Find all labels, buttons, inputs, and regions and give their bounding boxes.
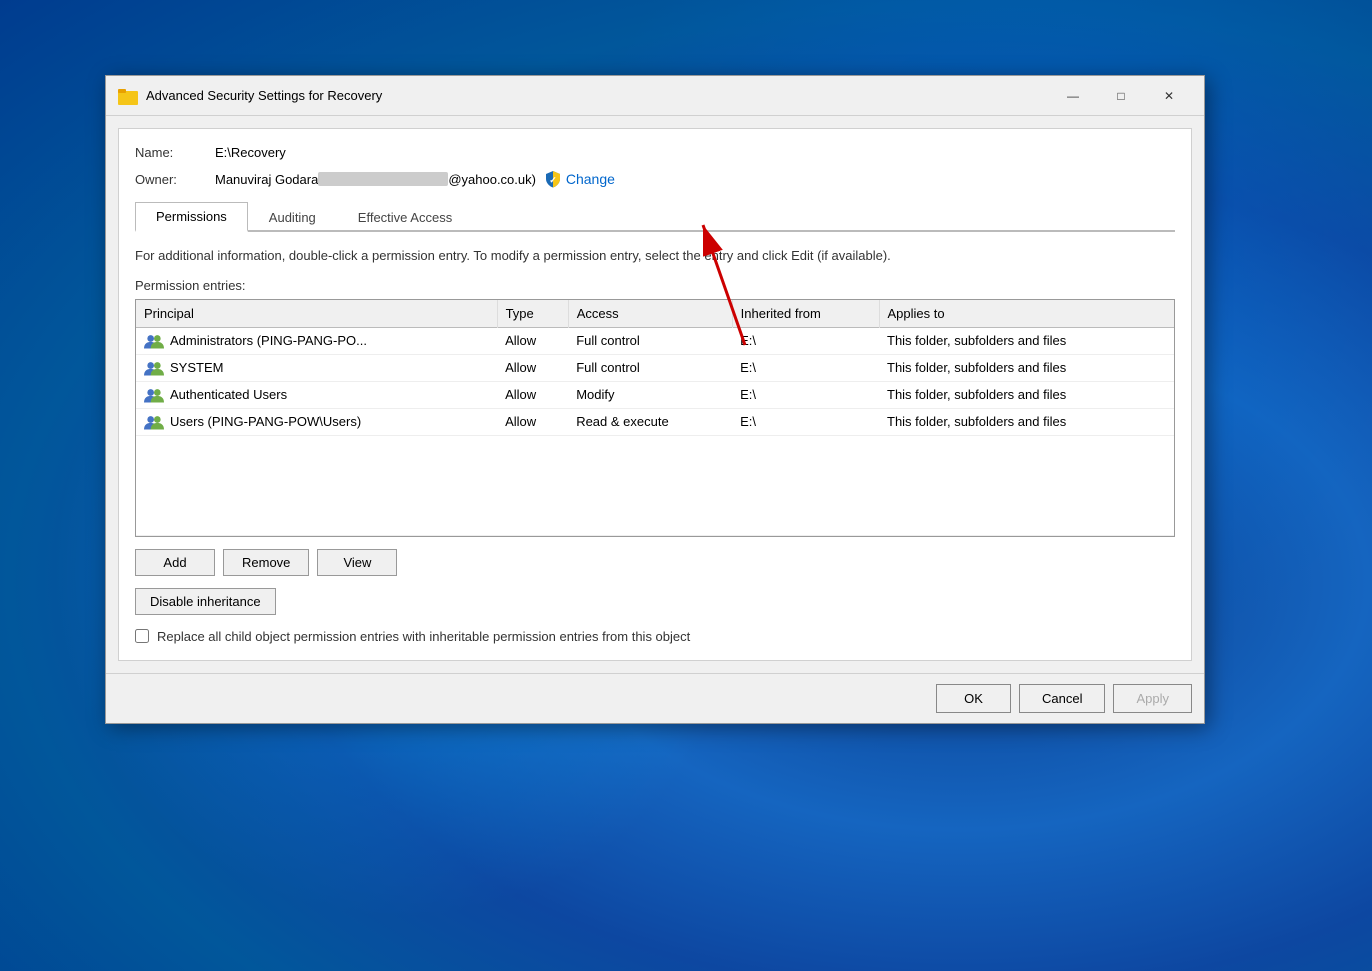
replace-checkbox-row: Replace all child object permission entr… — [135, 629, 1175, 644]
type-cell: Allow — [497, 381, 568, 408]
applies-cell: This folder, subfolders and files — [879, 408, 1174, 435]
permissions-table: Principal Type Access Inherited from App… — [136, 300, 1174, 536]
folder-icon — [118, 86, 138, 106]
cancel-button[interactable]: Cancel — [1019, 684, 1105, 713]
apply-button[interactable]: Apply — [1113, 684, 1192, 713]
empty-row — [136, 435, 1174, 535]
add-button[interactable]: Add — [135, 549, 215, 576]
col-inherited: Inherited from — [732, 300, 879, 328]
action-buttons-row: Add Remove View — [135, 549, 1175, 576]
disable-inheritance-button[interactable]: Disable inheritance — [135, 588, 276, 615]
table-header: Principal Type Access Inherited from App… — [136, 300, 1174, 328]
user-group-icon — [144, 360, 164, 376]
col-access: Access — [568, 300, 732, 328]
inherited-cell: E:\ — [732, 327, 879, 354]
owner-row: Owner: Manuviraj Godara @yahoo.co.uk) ✓ … — [135, 170, 1175, 188]
tab-effective-access[interactable]: Effective Access — [337, 202, 473, 232]
view-button[interactable]: View — [317, 549, 397, 576]
owner-name: Manuviraj Godara — [215, 172, 318, 187]
dialog-title: Advanced Security Settings for Recovery — [146, 88, 1050, 103]
type-cell: Allow — [497, 354, 568, 381]
col-type: Type — [497, 300, 568, 328]
user-group-icon — [144, 333, 164, 349]
applies-cell: This folder, subfolders and files — [879, 381, 1174, 408]
remove-button[interactable]: Remove — [223, 549, 309, 576]
section-label: Permission entries: — [135, 278, 1175, 293]
permissions-table-wrapper: Principal Type Access Inherited from App… — [135, 299, 1175, 537]
table-row[interactable]: Authenticated Users Allow Modify E:\ Thi… — [136, 381, 1174, 408]
title-bar: Advanced Security Settings for Recovery … — [106, 76, 1204, 116]
dialog-footer: OK Cancel Apply — [106, 673, 1204, 723]
principal-name: SYSTEM — [170, 360, 223, 375]
user-group-icon — [144, 387, 164, 403]
maximize-button[interactable]: □ — [1098, 80, 1144, 112]
applies-cell: This folder, subfolders and files — [879, 327, 1174, 354]
tab-auditing[interactable]: Auditing — [248, 202, 337, 232]
table-row[interactable]: Users (PING-PANG-POW\Users) Allow Read &… — [136, 408, 1174, 435]
ok-button[interactable]: OK — [936, 684, 1011, 713]
access-cell: Modify — [568, 381, 732, 408]
type-cell: Allow — [497, 327, 568, 354]
table-row[interactable]: Administrators (PING-PANG-PO... Allow Fu… — [136, 327, 1174, 354]
name-row: Name: E:\Recovery — [135, 145, 1175, 160]
inherited-cell: E:\ — [732, 354, 879, 381]
principal-name: Authenticated Users — [170, 387, 287, 402]
name-value: E:\Recovery — [215, 145, 286, 160]
table-row[interactable]: SYSTEM Allow Full control E:\ This folde… — [136, 354, 1174, 381]
type-cell: Allow — [497, 408, 568, 435]
replace-checkbox[interactable] — [135, 629, 149, 643]
access-cell: Read & execute — [568, 408, 732, 435]
col-principal: Principal — [136, 300, 497, 328]
principal-name: Administrators (PING-PANG-PO... — [170, 333, 367, 348]
close-button[interactable]: ✕ — [1146, 80, 1192, 112]
principal-name: Users (PING-PANG-POW\Users) — [170, 414, 361, 429]
col-applies: Applies to — [879, 300, 1174, 328]
tabs-container: Permissions Auditing Effective Access — [135, 202, 1175, 232]
user-group-icon — [144, 414, 164, 430]
owner-email-blur — [318, 172, 448, 186]
applies-cell: This folder, subfolders and files — [879, 354, 1174, 381]
tab-permissions[interactable]: Permissions — [135, 202, 248, 232]
inherited-cell: E:\ — [732, 381, 879, 408]
name-label: Name: — [135, 145, 215, 160]
change-link[interactable]: ✓ Change — [544, 170, 615, 188]
owner-label: Owner: — [135, 172, 215, 187]
change-label: Change — [566, 171, 615, 187]
access-cell: Full control — [568, 354, 732, 381]
title-controls: — □ ✕ — [1050, 80, 1192, 112]
shield-uac-icon: ✓ — [544, 170, 562, 188]
dialog-window: Advanced Security Settings for Recovery … — [105, 75, 1205, 724]
description-text: For additional information, double-click… — [135, 246, 1175, 266]
table-body: Administrators (PING-PANG-PO... Allow Fu… — [136, 327, 1174, 535]
inherited-cell: E:\ — [732, 408, 879, 435]
svg-text:✓: ✓ — [549, 175, 557, 185]
minimize-button[interactable]: — — [1050, 80, 1096, 112]
access-cell: Full control — [568, 327, 732, 354]
replace-checkbox-label: Replace all child object permission entr… — [157, 629, 690, 644]
owner-email-suffix: @yahoo.co.uk) — [448, 172, 536, 187]
dialog-content: Name: E:\Recovery Owner: Manuviraj Godar… — [118, 128, 1192, 661]
